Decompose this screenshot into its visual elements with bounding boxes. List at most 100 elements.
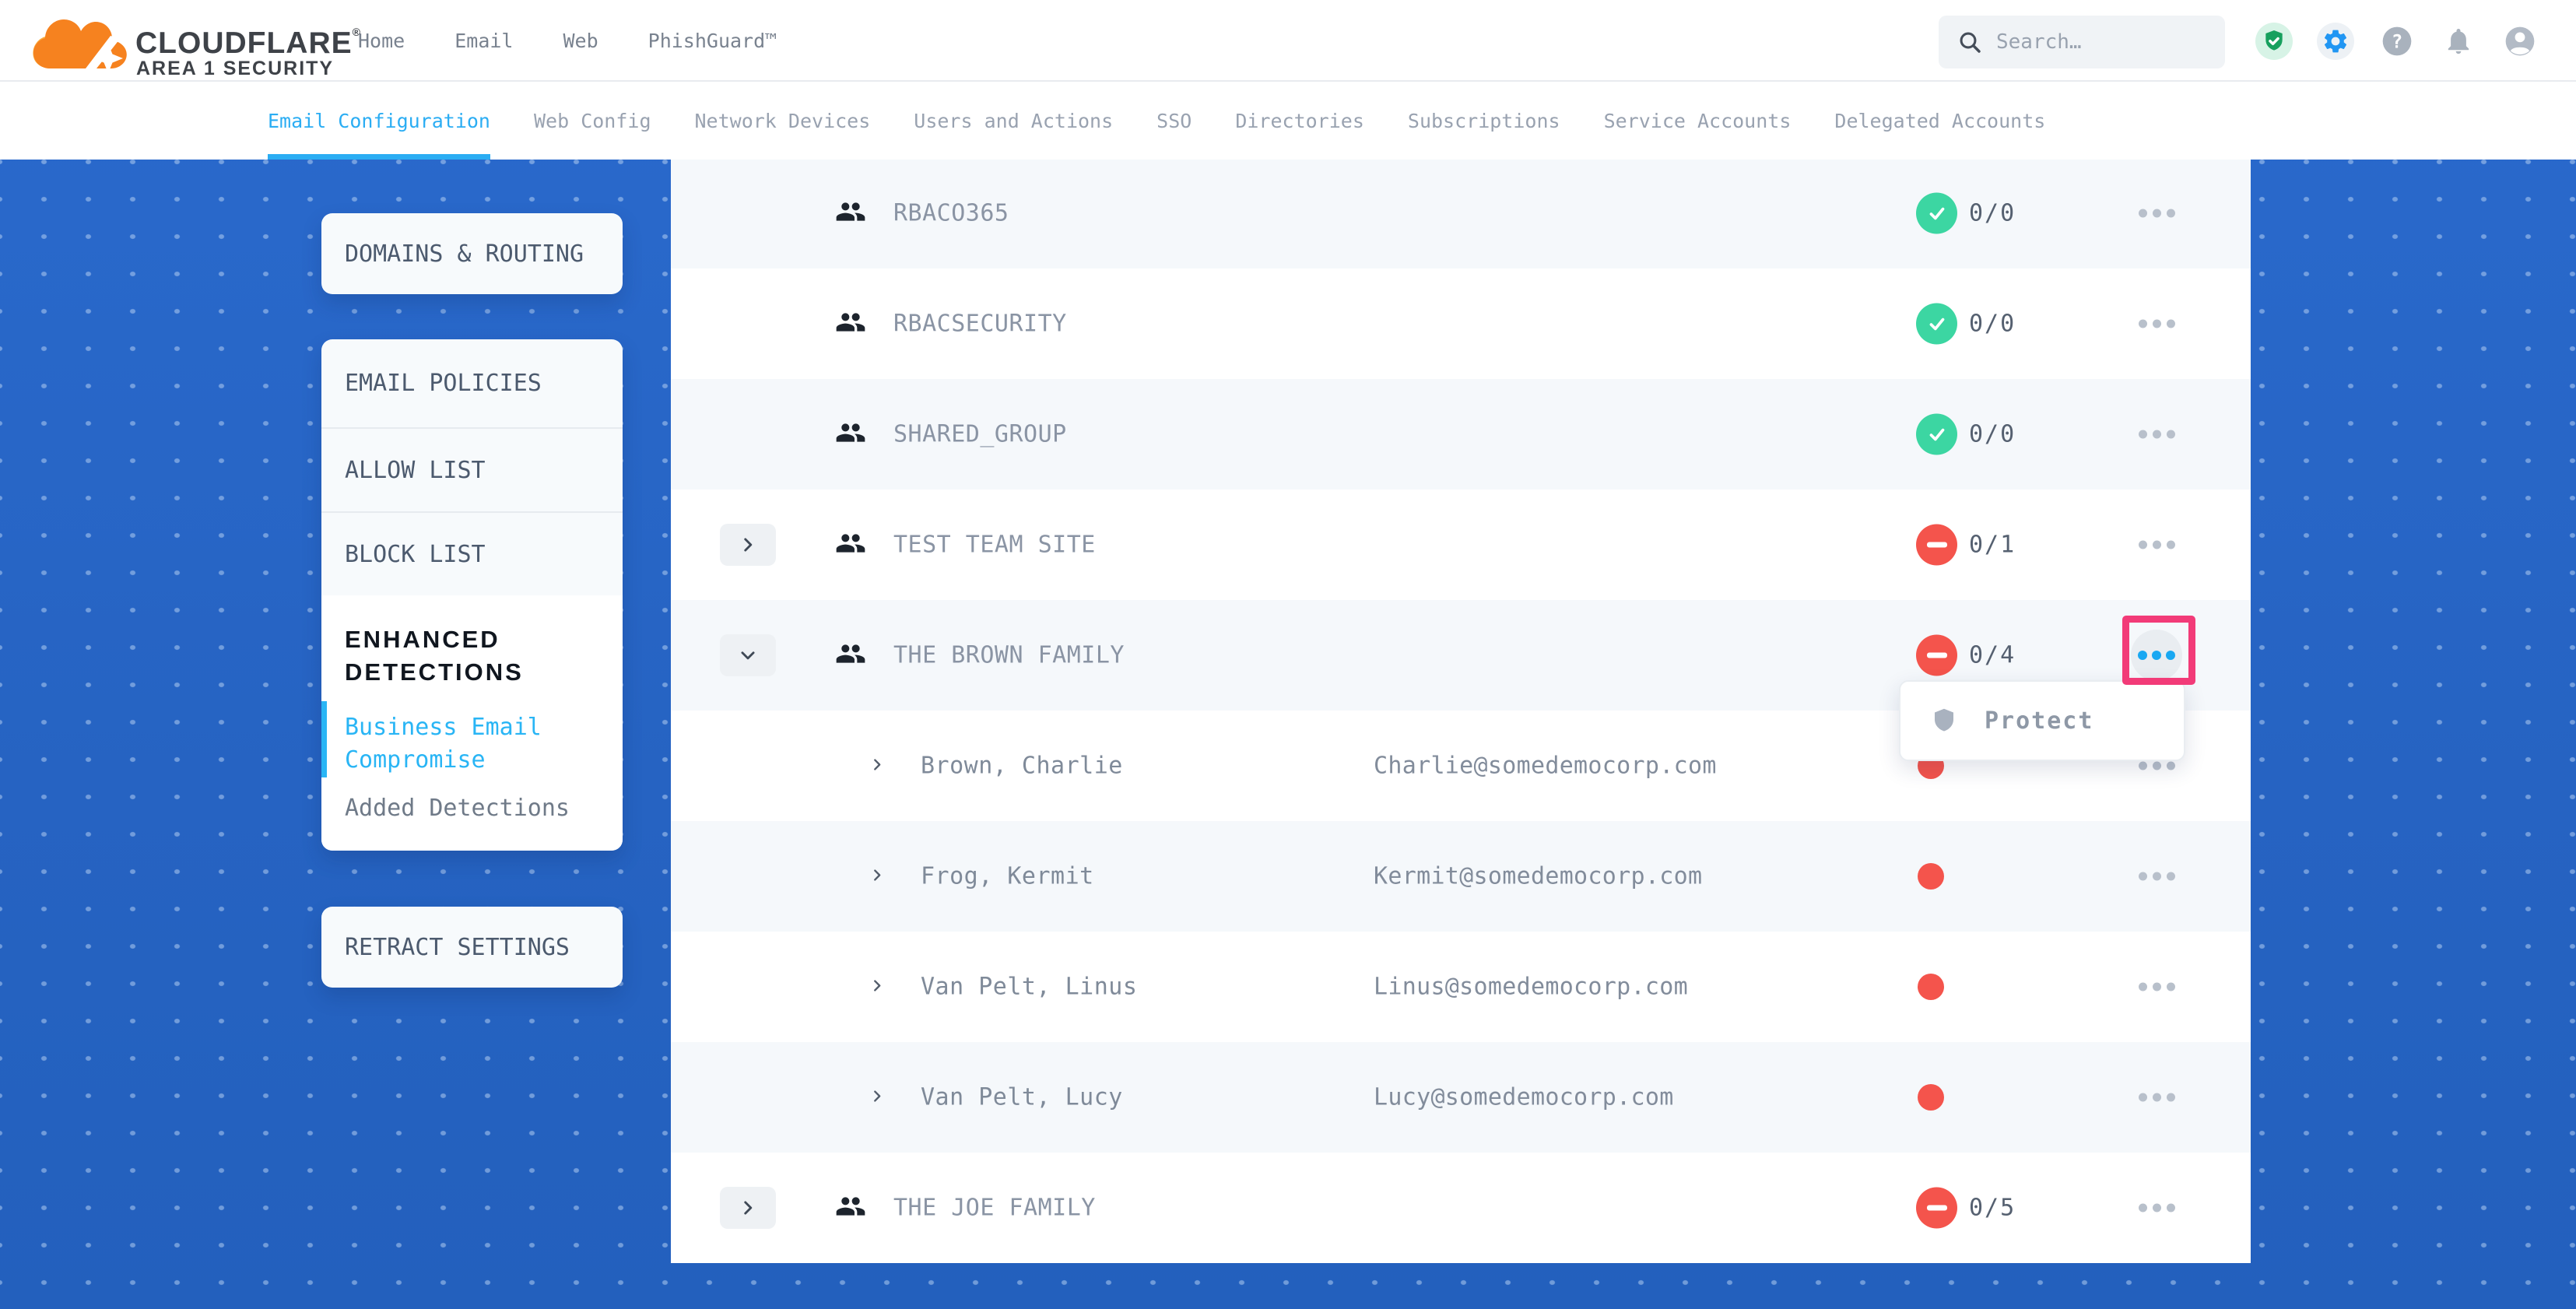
- protected-count: 0/0: [1969, 421, 2016, 448]
- group-people-icon: [835, 417, 866, 451]
- group-name: THE BROWN FAMILY: [893, 642, 1125, 669]
- tab-subscriptions[interactable]: Subscriptions: [1408, 82, 1560, 160]
- top-nav-item-phishguard[interactable]: PhishGuard™: [648, 30, 777, 52]
- member-chevron-icon[interactable]: [869, 865, 885, 889]
- group-name: TEST TEAM SITE: [893, 532, 1096, 559]
- row-actions-ellipsis[interactable]: [2139, 762, 2175, 770]
- sidebar-item-allow-list[interactable]: ALLOW LIST: [321, 429, 623, 511]
- tab-sso[interactable]: SSO: [1156, 82, 1191, 160]
- sidebar-item-added-detections[interactable]: Added Detections: [345, 795, 602, 822]
- row-actions-ellipsis[interactable]: [2139, 983, 2175, 991]
- search-box[interactable]: [1939, 16, 2225, 68]
- status-badge-ok-icon: [1916, 414, 1957, 455]
- table-row-group[interactable]: SHARED_GROUP 0/0: [671, 379, 2251, 490]
- table-row-member[interactable]: Van Pelt, Lucy Lucy@somedemocorp.com: [671, 1042, 2251, 1153]
- tab-network-devices[interactable]: Network Devices: [695, 82, 871, 160]
- member-chevron-icon[interactable]: [869, 754, 885, 778]
- member-email: Charlie@somedemocorp.com: [1374, 753, 1717, 780]
- row-actions-ellipsis[interactable]: [2139, 209, 2175, 218]
- sidebar-policies-card: EMAIL POLICIES ALLOW LIST BLOCK LIST ENH…: [321, 339, 623, 851]
- member-chevron-icon[interactable]: [869, 975, 885, 999]
- sidebar-item-domains-routing[interactable]: DOMAINS & ROUTING: [321, 213, 623, 294]
- shield-check-icon[interactable]: [2255, 23, 2293, 60]
- tab-delegated-accounts[interactable]: Delegated Accounts: [1834, 82, 2045, 160]
- table-row-group[interactable]: RBACO365 0/0: [671, 158, 2251, 268]
- group-name: SHARED_GROUP: [893, 421, 1067, 448]
- tab-users-and-actions[interactable]: Users and Actions: [914, 82, 1113, 160]
- brand-subtitle: AREA 1 SECURITY: [136, 58, 334, 80]
- menu-item-protect[interactable]: Protect: [1985, 707, 2093, 735]
- status-dot-blocked-icon: [1918, 863, 1944, 890]
- row-actions-ellipsis[interactable]: [2139, 1204, 2175, 1212]
- status-badge-blocked-icon: [1916, 525, 1957, 566]
- active-item-indicator: [321, 701, 327, 777]
- row-actions-ellipsis[interactable]: [2139, 430, 2175, 439]
- sidebar-item-retract-settings[interactable]: RETRACT SETTINGS: [321, 907, 623, 988]
- search-icon: [1957, 30, 1982, 54]
- config-tab-bar: Email Configuration Web Config Network Dev…: [0, 82, 2576, 160]
- group-name: THE JOE FAMILY: [893, 1195, 1096, 1222]
- table-row-group[interactable]: RBACSECURITY 0/0: [671, 268, 2251, 379]
- member-name: Frog, Kermit: [921, 863, 1094, 890]
- row-actions-ellipsis[interactable]: [2139, 1093, 2175, 1102]
- shield-icon: [1930, 707, 1958, 735]
- protected-count: 0/0: [1969, 311, 2016, 338]
- sidebar-item-block-list[interactable]: BLOCK LIST: [321, 513, 623, 595]
- protected-count: 0/4: [1969, 642, 2016, 669]
- search-input[interactable]: [1996, 30, 2206, 54]
- top-nav: Home Email Web PhishGuard™: [358, 0, 777, 82]
- member-email: Kermit@somedemocorp.com: [1374, 863, 1702, 890]
- group-people-icon: [835, 638, 866, 672]
- status-dot-blocked-icon: [1918, 974, 1944, 1000]
- sidebar-item-email-policies[interactable]: EMAIL POLICIES: [321, 339, 623, 427]
- status-badge-ok-icon: [1916, 193, 1957, 234]
- sidebar-heading-enhanced-detections: ENHANCED DETECTIONS: [345, 623, 578, 689]
- group-name: RBACSECURITY: [893, 311, 1067, 338]
- table-row-member[interactable]: Frog, Kermit Kermit@somedemocorp.com: [671, 821, 2251, 932]
- group-people-icon: [835, 196, 866, 230]
- member-name: Van Pelt, Lucy: [921, 1084, 1123, 1111]
- status-badge-ok-icon: [1916, 304, 1957, 345]
- group-name: RBACO365: [893, 200, 1009, 227]
- expand-group-button[interactable]: [720, 1187, 776, 1229]
- account-avatar-icon[interactable]: [2501, 23, 2539, 60]
- group-people-icon: [835, 1191, 866, 1225]
- top-nav-item-web[interactable]: Web: [563, 30, 598, 52]
- tab-directories[interactable]: Directories: [1235, 82, 1364, 160]
- notifications-bell-icon[interactable]: [2440, 23, 2477, 60]
- table-row-group[interactable]: TEST TEAM SITE 0/1: [671, 490, 2251, 600]
- tab-email-configuration[interactable]: Email Configuration: [268, 82, 490, 160]
- tab-web-config[interactable]: Web Config: [534, 82, 651, 160]
- group-people-icon: [835, 528, 866, 562]
- collapse-group-button[interactable]: [720, 634, 776, 676]
- protected-count: 0/0: [1969, 200, 2016, 227]
- member-name: Brown, Charlie: [921, 753, 1123, 780]
- cloudflare-logo-icon: [28, 6, 132, 75]
- sidebar-item-business-email-compromise[interactable]: Business Email Compromise: [345, 711, 586, 777]
- settings-gear-icon[interactable]: [2317, 23, 2354, 60]
- brand-name: CLOUDFLARE®: [135, 26, 361, 61]
- member-chevron-icon[interactable]: [869, 1086, 885, 1110]
- status-dot-blocked-icon: [1918, 1084, 1944, 1111]
- table-row-group[interactable]: THE JOE FAMILY0/5: [671, 1153, 2251, 1263]
- row-actions-ellipsis[interactable]: [2139, 541, 2175, 549]
- highlight-annotation-box: [2122, 616, 2195, 685]
- member-email: Lucy@somedemocorp.com: [1374, 1084, 1674, 1111]
- expand-group-button[interactable]: [720, 524, 776, 566]
- help-icon[interactable]: ?: [2378, 23, 2416, 60]
- status-badge-blocked-icon: [1916, 1188, 1957, 1229]
- member-name: Van Pelt, Linus: [921, 974, 1137, 1001]
- protected-count: 0/1: [1969, 532, 2016, 559]
- tab-service-accounts[interactable]: Service Accounts: [1604, 82, 1792, 160]
- member-email: Linus@somedemocorp.com: [1374, 974, 1688, 1001]
- row-actions-ellipsis[interactable]: [2139, 320, 2175, 328]
- top-header: CLOUDFLARE® AREA 1 SECURITY Home Email Web…: [0, 0, 2576, 82]
- screen: CLOUDFLARE® AREA 1 SECURITY Home Email Web…: [0, 0, 2576, 1309]
- status-badge-blocked-icon: [1916, 635, 1957, 676]
- enhanced-detections-section: ENHANCED DETECTIONS Business Email Compr…: [321, 595, 623, 851]
- table-row-member[interactable]: Van Pelt, Linus Linus@somedemocorp.com: [671, 932, 2251, 1042]
- top-nav-item-home[interactable]: Home: [358, 30, 405, 52]
- row-actions-ellipsis[interactable]: [2139, 872, 2175, 881]
- top-nav-item-email[interactable]: Email: [454, 30, 513, 52]
- header-icons: ?: [2255, 23, 2539, 60]
